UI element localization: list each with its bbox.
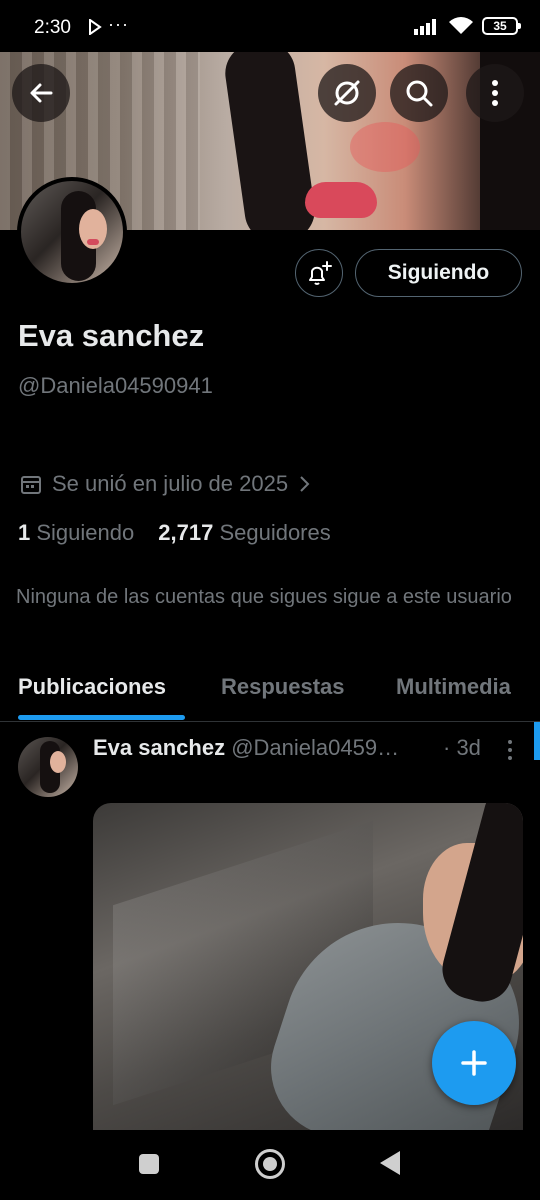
profile-tabs: Publicaciones Respuestas Multimedia bbox=[0, 660, 540, 722]
post-more-icon[interactable] bbox=[500, 738, 520, 762]
back-button[interactable] bbox=[12, 64, 70, 122]
scroll-indicator bbox=[534, 722, 540, 760]
active-tab-indicator bbox=[18, 715, 185, 720]
post-header: Eva sanchez @Daniela0459… bbox=[93, 735, 399, 761]
post-author-name[interactable]: Eva sanchez bbox=[93, 735, 225, 760]
post-author-handle[interactable]: @Daniela0459… bbox=[231, 735, 399, 760]
wifi-icon bbox=[449, 17, 473, 34]
more-button[interactable] bbox=[466, 64, 524, 122]
back-arrow-icon bbox=[30, 83, 53, 103]
chevron-right-icon bbox=[300, 476, 310, 492]
joined-text: Se unió en julio de 2025 bbox=[52, 471, 289, 496]
recents-icon[interactable] bbox=[139, 1154, 159, 1174]
status-bar: 2:30 ··· 35 bbox=[0, 0, 540, 52]
follow-stats: 1 Siguiendo 2,717 Seguidores bbox=[18, 520, 331, 546]
followers-stat[interactable]: 2,717 Seguidores bbox=[158, 520, 331, 546]
search-button[interactable] bbox=[390, 64, 448, 122]
ai-slash-icon bbox=[334, 80, 360, 106]
bell-plus-icon bbox=[309, 261, 332, 285]
mutual-followers-text: Ninguna de las cuentas que sigues sigue … bbox=[16, 586, 512, 608]
compose-button[interactable] bbox=[432, 1021, 516, 1105]
search-icon bbox=[406, 80, 433, 107]
status-right: 35 bbox=[414, 16, 521, 36]
joined-date[interactable]: Se unió en julio de 2025 bbox=[20, 471, 312, 497]
tab-publicaciones[interactable]: Publicaciones bbox=[18, 674, 166, 700]
plus-icon bbox=[461, 1050, 487, 1076]
calendar-icon bbox=[21, 476, 41, 494]
status-time: 2:30 bbox=[34, 17, 71, 38]
notification-dots: ··· bbox=[108, 14, 129, 34]
tab-respuestas[interactable]: Respuestas bbox=[221, 674, 345, 700]
profile-handle: @Daniela04590941 bbox=[18, 373, 213, 398]
play-store-icon bbox=[89, 19, 102, 35]
post-avatar[interactable] bbox=[18, 737, 78, 797]
signal-icon bbox=[414, 19, 436, 35]
post-time: · 3d bbox=[443, 735, 481, 760]
profile-avatar[interactable] bbox=[17, 177, 127, 287]
battery-icon: 35 bbox=[482, 17, 521, 35]
following-button[interactable]: Siguiendo bbox=[355, 249, 522, 297]
ai-button[interactable] bbox=[318, 64, 376, 122]
back-icon[interactable] bbox=[380, 1151, 400, 1175]
profile-name: Eva sanchez bbox=[18, 318, 205, 353]
more-vertical-icon bbox=[492, 80, 498, 106]
home-icon[interactable] bbox=[255, 1149, 285, 1179]
tab-multimedia[interactable]: Multimedia bbox=[396, 674, 511, 700]
notify-button[interactable] bbox=[295, 249, 343, 297]
following-stat[interactable]: 1 Siguiendo bbox=[18, 520, 134, 546]
